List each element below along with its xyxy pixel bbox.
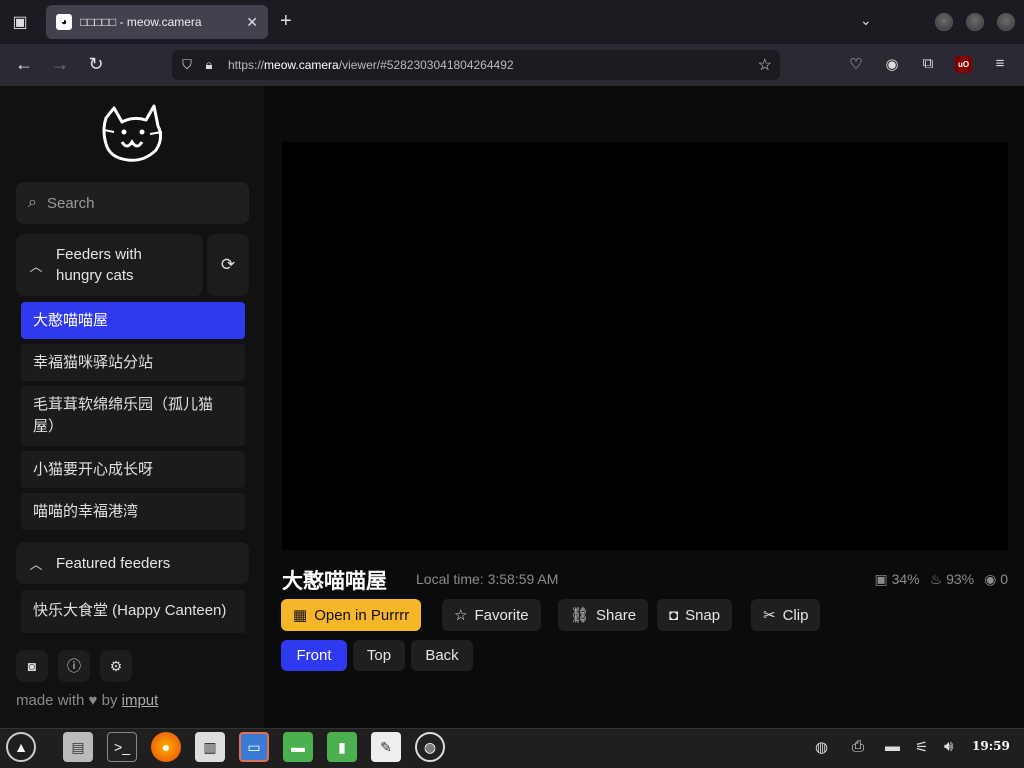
author-link[interactable]: imput [122, 692, 159, 709]
qr-code-icon: ▦ [293, 607, 308, 624]
feeder-item[interactable]: 毛茸茸软绵绵乐园（孤儿猫屋） [21, 386, 245, 446]
url-text[interactable]: https://meow.camera/viewer/#528230304180… [228, 58, 514, 72]
viewers-stat: ◉ 0 [984, 571, 1008, 587]
cat-favicon-icon: ◕ [56, 14, 72, 30]
volume-icon[interactable]: 🔊︎ [944, 738, 953, 755]
scissors-icon: ✂ [763, 607, 776, 624]
info-icon: ⓘ [67, 658, 81, 674]
feeder-stats: ▣ 34% ♨ 93% ◉ 0 [874, 571, 1008, 588]
feeder-item[interactable]: 喵喵的幸福港湾 [21, 493, 245, 530]
featured-item[interactable]: 快乐大食堂 (Happy Canteen) [21, 590, 245, 633]
chevron-up-icon: ︿ [29, 556, 43, 572]
chevron-up-icon: ︿ [29, 258, 43, 274]
lock-icon[interactable]: 🔒︎ [198, 57, 220, 73]
refresh-button[interactable]: ⟳ [207, 234, 249, 296]
feeder-item[interactable]: 幸福猫咪驿站分站 [21, 344, 245, 381]
feeder-item[interactable]: 小猫要开心成长呀 [21, 451, 245, 488]
food-bag-icon: ▣ [874, 571, 888, 587]
forward-arrow-icon[interactable]: → [49, 54, 71, 75]
app-menu-icon[interactable]: ▲ [6, 732, 36, 762]
back-arrow-icon[interactable]: ← [13, 54, 35, 75]
folder-icon[interactable]: ▭ [239, 732, 269, 762]
local-time: Local time: 3:58:59 AM [416, 571, 559, 587]
section-title-hungry: Feeders with hungry cats [56, 246, 142, 284]
section-header-hungry[interactable]: ︿ Feeders with hungry cats [16, 234, 203, 296]
shield-icon[interactable]: ⛉ [176, 57, 198, 73]
firefox-icon[interactable]: ● [151, 732, 181, 762]
green-folder-icon[interactable]: ▬ [283, 732, 313, 762]
search-placeholder: Search [46, 194, 95, 212]
terminal-icon[interactable]: >_ [107, 732, 137, 762]
section-title-featured: Featured feeders [56, 554, 171, 572]
gear-icon: ⚙ [109, 657, 123, 674]
obs-icon[interactable]: ◍ [415, 732, 445, 762]
feeder-item[interactable]: 大憨喵喵屋 [21, 302, 245, 339]
close-tab-icon[interactable]: ✕ [246, 14, 258, 31]
made-with-footer: made with ♥ by imput [16, 692, 159, 709]
obs-tray-icon[interactable]: ◍ [815, 738, 828, 756]
open-in-purrrr-button[interactable]: ▦ Open in Purrrr [281, 599, 422, 631]
maximize-window-button[interactable] [966, 13, 984, 31]
featured-list: 快乐大食堂 (Happy Canteen) [21, 590, 245, 633]
keyboard-icon[interactable]: ▬ [885, 738, 900, 755]
discord-icon: ◙ [27, 658, 37, 674]
account-icon[interactable]: ◉ [882, 55, 902, 73]
taskbar-clock[interactable]: 19:59 [972, 739, 1010, 753]
meow-camera-logo-icon [102, 104, 163, 162]
file-cabinet-icon[interactable]: ▤ [63, 732, 93, 762]
notepad-icon[interactable]: ✎ [371, 732, 401, 762]
link-icon: ⛓ [570, 607, 590, 624]
printer-icon[interactable]: ⎙ [852, 738, 864, 755]
pocket-icon[interactable]: ♡ [846, 55, 866, 73]
bookmark-star-icon[interactable]: ☆ [758, 55, 772, 75]
view-top-button[interactable]: Top [353, 640, 405, 671]
search-icon: ⌕ [28, 194, 37, 211]
extensions-icon[interactable]: ⧉ [918, 55, 938, 72]
camera-video[interactable] [282, 142, 1008, 550]
camera-icon: ◘ [669, 606, 679, 624]
view-front-button[interactable]: Front [281, 640, 347, 671]
archive-icon[interactable]: ▥ [195, 732, 225, 762]
refresh-icon: ⟳ [220, 255, 236, 274]
url-bar[interactable]: ⛉ 🔒︎ https://meow.camera/viewer/#5282303… [172, 50, 780, 80]
snap-button[interactable]: ◘ Snap [657, 599, 733, 631]
text-editor-icon[interactable]: ▮ [327, 732, 357, 762]
info-button[interactable]: ⓘ [58, 650, 90, 682]
eye-icon: ◉ [984, 571, 997, 587]
ublock-origin-icon[interactable]: uO [955, 56, 972, 73]
minimize-window-button[interactable] [935, 13, 953, 31]
browser-tab[interactable]: ◕ □□□□□ - meow.camera ✕ [46, 5, 268, 39]
food-stat: ▣ 34% [874, 571, 920, 587]
share-button[interactable]: ⛓ Share [558, 599, 649, 631]
battery-stat: ♨ 93% [929, 571, 975, 587]
heart-icon: ♥ [88, 692, 98, 709]
list-tabs-chevron-icon[interactable]: ⌄ [860, 12, 872, 29]
discord-button[interactable]: ◙ [16, 650, 48, 682]
menu-icon[interactable]: ≡ [990, 55, 1010, 72]
settings-button[interactable]: ⚙ [100, 650, 132, 682]
star-icon: ☆ [454, 607, 468, 624]
close-window-button[interactable] [997, 13, 1015, 31]
new-tab-icon[interactable]: + [280, 10, 292, 33]
favorite-button[interactable]: ☆ Favorite [442, 599, 541, 631]
bowl-icon: ♨ [929, 571, 943, 587]
tab-list-icon[interactable]: ▣ [0, 0, 40, 44]
network-icon[interactable]: ⚟ [915, 738, 928, 756]
clip-button[interactable]: ✂ Clip [751, 599, 821, 631]
view-back-button[interactable]: Back [411, 640, 473, 671]
search-input[interactable]: ⌕ Search [16, 182, 249, 224]
reload-icon[interactable]: ↻ [85, 54, 107, 75]
camera-title: 大憨喵喵屋 [282, 570, 387, 593]
section-header-featured[interactable]: ︿ Featured feeders [16, 542, 249, 584]
tab-title: □□□□□ - meow.camera [80, 15, 202, 29]
